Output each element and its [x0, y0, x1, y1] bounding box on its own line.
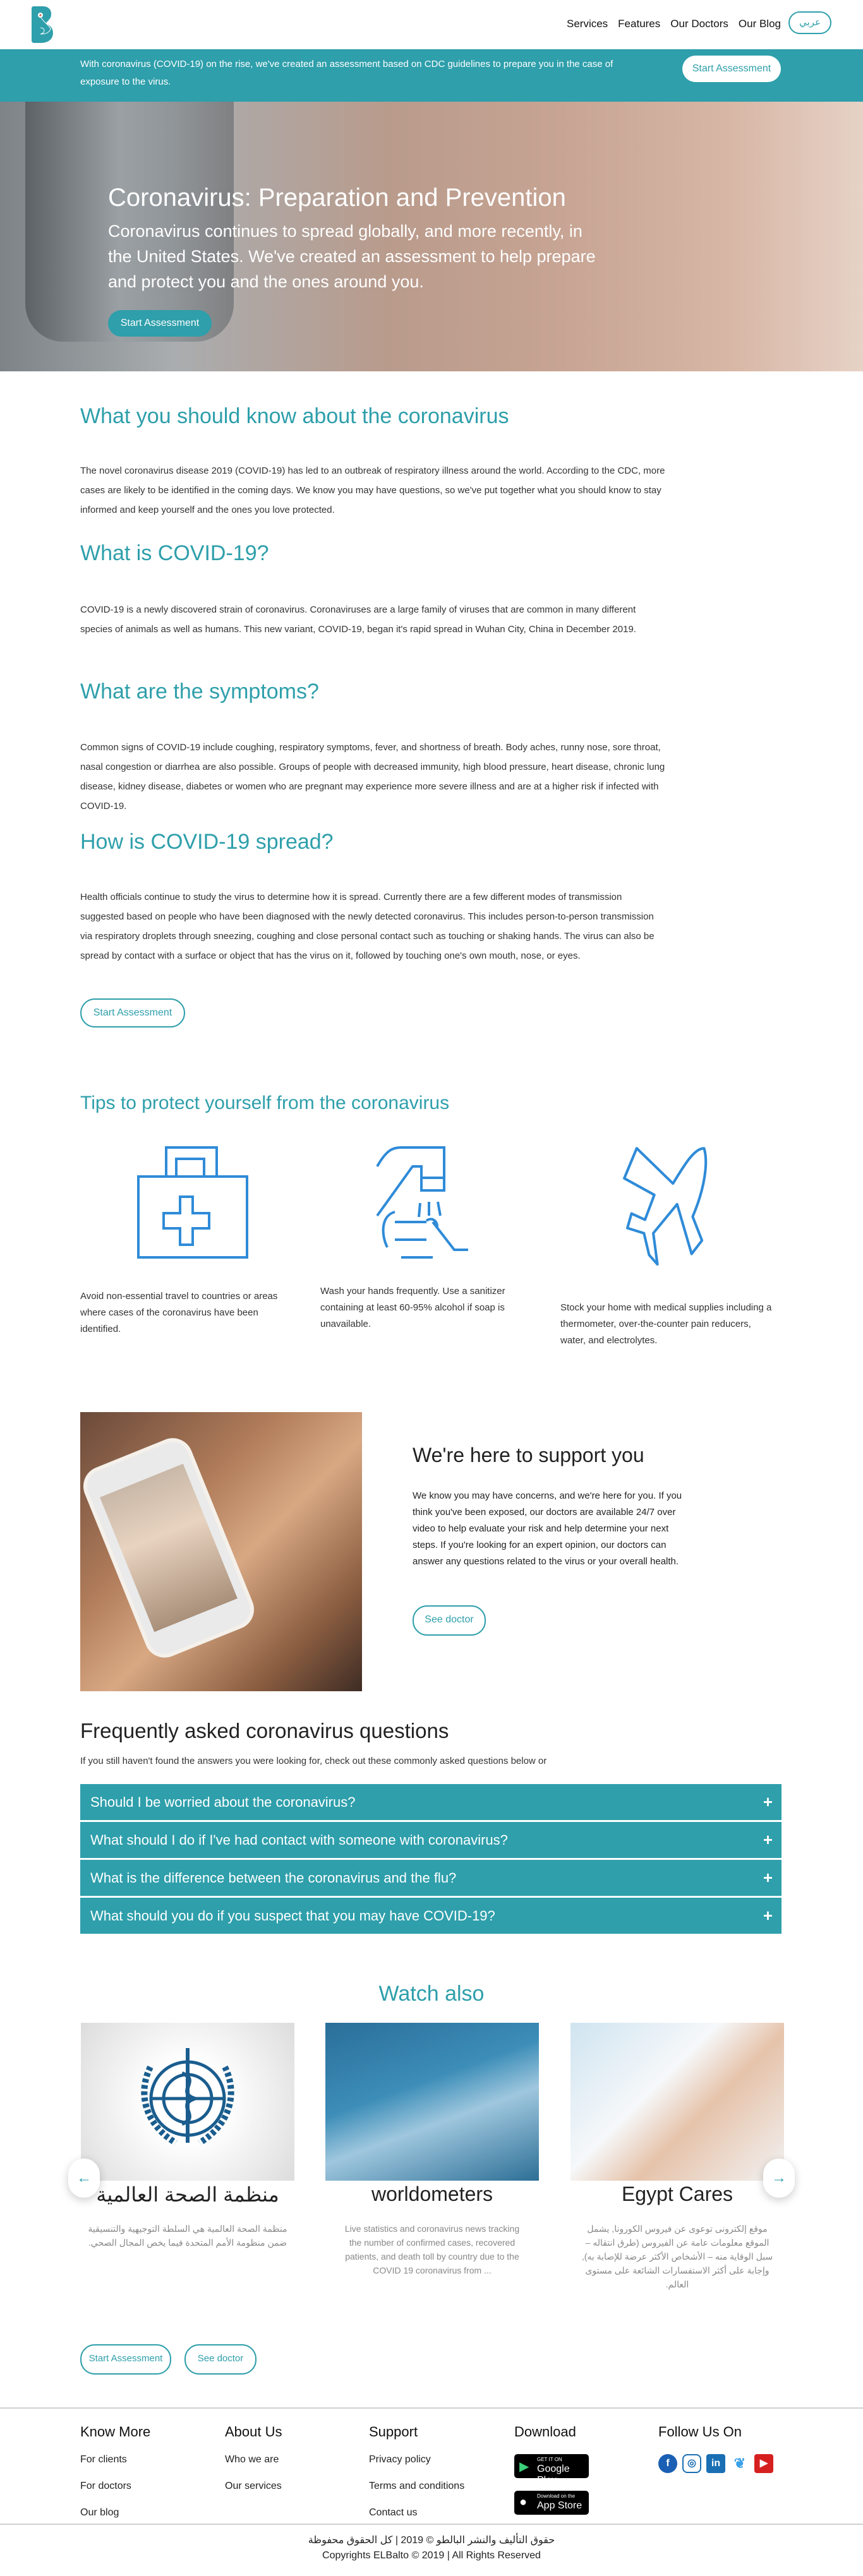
video-consultation-photo	[80, 1412, 362, 1691]
social-icons: f ◎ in ❦ ▶	[658, 2454, 773, 2473]
copyright-english: Copyrights ELBalto © 2019 | All Rights R…	[322, 2550, 541, 2561]
footer-heading: About Us	[225, 2424, 282, 2440]
start-assessment-button[interactable]: Start Assessment	[80, 2344, 171, 2375]
who-logo-image[interactable]	[81, 2023, 294, 2181]
card-description: Live statistics and coronavirus news tra…	[344, 2224, 520, 2275]
google-play-icon: ▶	[519, 2460, 529, 2474]
nav-services[interactable]: Services	[567, 18, 608, 30]
footer-link[interactable]: Our services	[225, 2481, 282, 2507]
plus-icon[interactable]: +	[763, 1822, 773, 1858]
youtube-icon[interactable]: ▶	[754, 2454, 773, 2473]
card-description: موقع إلكترونى توعوى عن فيروس الكورونا, ي…	[581, 2224, 773, 2289]
badge-small-text: GET IT ON	[537, 2457, 562, 2462]
faq-item[interactable]: Should I be worried about the coronaviru…	[80, 1784, 782, 1820]
plus-icon[interactable]: +	[763, 1860, 773, 1896]
support-title: We're here to support you	[413, 1444, 644, 1466]
section-text: Common signs of COVID-19 include coughin…	[80, 742, 665, 812]
card-title[interactable]: Egypt Cares	[570, 2183, 784, 2206]
footer-link[interactable]: Who we are	[225, 2454, 282, 2481]
nav-features[interactable]: Features	[618, 18, 660, 30]
language-toggle-button[interactable]: عربي	[788, 11, 831, 34]
instagram-icon[interactable]: ◎	[682, 2454, 701, 2473]
banner-start-assessment-button[interactable]: Start Assessment	[682, 56, 781, 82]
hand-sanitizer-icon	[376, 1146, 468, 1259]
section-title: What are the symptoms?	[80, 680, 319, 704]
see-doctor-button[interactable]: See doctor	[413, 1605, 486, 1636]
tip-text: Stock your home with medical supplies in…	[560, 1302, 772, 1346]
footer-follow: Follow Us On f ◎ in ❦ ▶	[658, 2424, 773, 2473]
badge-text: Google Play	[537, 2464, 570, 2486]
footer-heading: Support	[369, 2424, 418, 2440]
hero: Coronavirus: Preparation and Prevention …	[0, 102, 863, 371]
section-title: What is COVID-19?	[80, 541, 269, 565]
faq-question: What should I do if I've had contact wit…	[90, 1832, 508, 1848]
footer-link[interactable]: For doctors	[80, 2481, 150, 2507]
support-text: We know you may have concerns, and we're…	[413, 1490, 682, 1567]
assessment-banner: With coronavirus (COVID-19) on the rise,…	[0, 49, 863, 102]
banner-text: With coronavirus (COVID-19) on the rise,…	[80, 59, 613, 87]
section-title: How is COVID-19 spread?	[80, 830, 334, 854]
faq-question: Should I be worried about the coronaviru…	[90, 1794, 356, 1810]
plus-icon[interactable]: +	[763, 1784, 773, 1820]
top-nav: Services Features Our Doctors Our Blog ع…	[0, 0, 863, 49]
footer-heading: Know More	[80, 2424, 151, 2440]
faq-question: What should you do if you suspect that y…	[90, 1908, 495, 1924]
card-title[interactable]: worldometers	[325, 2183, 539, 2206]
linkedin-icon[interactable]: in	[706, 2454, 725, 2473]
section-text: The novel coronavirus disease 2019 (COVI…	[80, 465, 665, 515]
google-play-badge[interactable]: ▶ GET IT ON Google Play	[514, 2454, 589, 2486]
section-text: Health officials continue to study the v…	[80, 892, 655, 961]
footer-know-more: Know More For clients For doctors Our bl…	[80, 2424, 150, 2534]
who-emblem-icon	[141, 2048, 234, 2146]
copyright-arabic: حقوق التأليف والنشر البالطو © 2019 | كل …	[308, 2535, 555, 2546]
footer-support: Support Privacy policy Terms and conditi…	[369, 2424, 464, 2534]
egypt-cares-image[interactable]	[570, 2023, 784, 2181]
phone-image	[82, 1437, 255, 1659]
hero-text: Coronavirus continues to spread globally…	[108, 222, 596, 291]
tips-title: Tips to protect yourself from the corona…	[80, 1093, 450, 1113]
tip-text: Avoid non-essential travel to countries …	[80, 1291, 278, 1334]
plus-icon[interactable]: +	[763, 1898, 773, 1934]
apple-icon: ●	[519, 2495, 528, 2509]
footer-link[interactable]: For clients	[80, 2454, 150, 2481]
faq-question: What is the difference between the coron…	[90, 1870, 457, 1886]
faq-subtitle: If you still haven't found the answers y…	[80, 1756, 547, 1766]
hero-start-assessment-button[interactable]: Start Assessment	[108, 310, 212, 337]
start-assessment-button[interactable]: Start Assessment	[80, 998, 185, 1027]
badge-text: App Store	[537, 2500, 582, 2511]
footer-bottom-divider	[0, 2524, 863, 2525]
footer-link[interactable]: Privacy policy	[369, 2454, 464, 2481]
see-doctor-button[interactable]: See doctor	[184, 2344, 256, 2375]
card-description: منظمة الصحة العالمية هي السلطة التوجيهية…	[88, 2224, 287, 2248]
section-text: COVID-19 is a newly discovered strain of…	[80, 604, 636, 635]
footer-heading: Follow Us On	[658, 2424, 742, 2440]
footer-about-us: About Us Who we are Our services	[225, 2424, 282, 2507]
nav-our-blog[interactable]: Our Blog	[739, 18, 781, 30]
watch-also-title: Watch also	[378, 1982, 485, 2006]
hero-title: Coronavirus: Preparation and Prevention	[108, 184, 566, 212]
first-aid-kit-icon	[137, 1146, 248, 1259]
nav-our-doctors[interactable]: Our Doctors	[670, 18, 728, 30]
footer-link[interactable]: Our blog	[80, 2507, 150, 2534]
footer-download: Download ▶ GET IT ON Google Play ● Downl…	[514, 2424, 589, 2527]
footer-link[interactable]: Terms and conditions	[369, 2481, 464, 2507]
faq-title: Frequently asked coronavirus questions	[80, 1719, 449, 1742]
footer-link[interactable]: Contact us	[369, 2507, 464, 2534]
tip-text: Wash your hands frequently. Use a saniti…	[320, 1286, 505, 1329]
nav-links: Services Features Our Doctors Our Blog	[567, 18, 781, 30]
card-title[interactable]: منظمة الصحة العالمية	[81, 2183, 294, 2207]
app-store-badge[interactable]: ● Download on the App Store	[514, 2491, 589, 2515]
twitter-icon[interactable]: ❦	[730, 2454, 749, 2473]
airplane-icon	[623, 1147, 708, 1266]
section-title: What you should know about the coronavir…	[80, 404, 509, 428]
elbalto-logo[interactable]	[32, 6, 54, 43]
worldometers-image[interactable]	[325, 2023, 539, 2181]
faq-item[interactable]: What should I do if I've had contact wit…	[80, 1822, 782, 1858]
facebook-icon[interactable]: f	[658, 2454, 677, 2473]
footer-divider	[0, 2407, 863, 2409]
badge-small-text: Download on the	[537, 2493, 576, 2499]
faq-item[interactable]: What should you do if you suspect that y…	[80, 1898, 782, 1934]
faq-item[interactable]: What is the difference between the coron…	[80, 1860, 782, 1896]
footer-heading: Download	[514, 2424, 576, 2440]
